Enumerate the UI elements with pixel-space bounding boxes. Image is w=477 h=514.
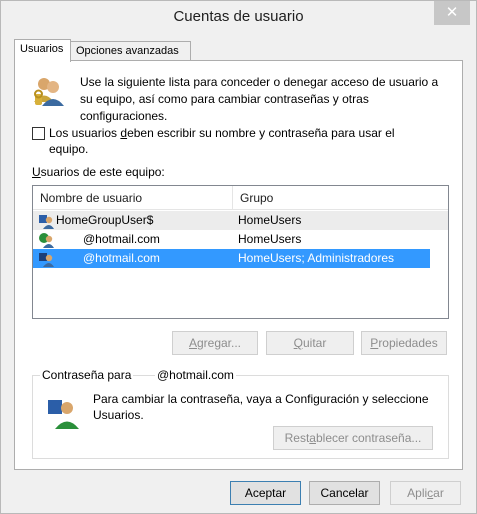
tab-opciones-avanzadas[interactable]: Opciones avanzadas xyxy=(70,41,191,61)
tab-panel-usuarios: Use la siguiente lista para conceder o d… xyxy=(14,60,463,470)
close-button[interactable]: ✕ xyxy=(434,1,470,25)
column-header-group[interactable]: Grupo xyxy=(233,186,448,210)
row-username: @hotmail.com xyxy=(83,251,160,265)
add-user-button[interactable]: Agregar... xyxy=(172,331,258,355)
users-listview[interactable]: Nombre de usuario Grupo HomeGroupUser$ H… xyxy=(32,185,449,319)
table-row-selected[interactable]: @hotmail.com HomeUsers; Administradores xyxy=(33,249,430,268)
users-icon xyxy=(34,78,64,106)
table-row[interactable]: HomeGroupUser$ HomeUsers xyxy=(33,211,448,230)
title-bar: Cuentas de usuario ✕ xyxy=(1,1,476,33)
cancel-button[interactable]: Cancelar xyxy=(309,481,380,505)
tab-usuarios[interactable]: Usuarios xyxy=(14,39,71,62)
user-accounts-dialog: Cuentas de usuario ✕ Usuarios Opciones a… xyxy=(0,0,477,514)
user-icon xyxy=(39,215,54,229)
remove-user-button[interactable]: Quitar xyxy=(266,331,354,355)
close-icon: ✕ xyxy=(445,4,459,21)
user-password-icon xyxy=(48,400,79,429)
properties-button[interactable]: Propiedades xyxy=(361,331,447,355)
listview-header: Nombre de usuario Grupo xyxy=(33,186,448,210)
password-legend-email: @hotmail.com xyxy=(155,368,236,382)
row-username: HomeGroupUser$ xyxy=(56,213,154,227)
window-title: Cuentas de usuario xyxy=(173,8,304,25)
row-group: HomeUsers; Administradores xyxy=(238,251,395,265)
column-header-username[interactable]: Nombre de usuario xyxy=(33,186,233,210)
users-list-label: Usuarios de este equipo: xyxy=(32,165,165,179)
row-group: HomeUsers xyxy=(238,232,302,246)
reset-password-button[interactable]: Restablecer contraseña... xyxy=(273,426,433,450)
user-icon xyxy=(39,253,54,267)
ok-button[interactable]: Aceptar xyxy=(230,481,301,505)
apply-button[interactable]: Aplicar xyxy=(390,481,461,505)
password-groupbox: Contraseña para @hotmail.com Para cambia… xyxy=(32,368,449,459)
password-legend: Contraseña para xyxy=(40,368,134,382)
row-username: @hotmail.com xyxy=(83,232,160,246)
intro-text: Use la siguiente lista para conceder o d… xyxy=(80,75,439,123)
online-user-icon xyxy=(39,233,54,248)
require-login-label[interactable]: Los usuarios deben escribir su nombre y … xyxy=(49,125,429,157)
require-login-checkbox[interactable] xyxy=(32,127,45,140)
row-group: HomeUsers xyxy=(238,213,302,227)
password-help-text: Para cambiar la contraseña, vaya a Confi… xyxy=(93,392,429,422)
table-row[interactable]: @hotmail.com HomeUsers xyxy=(33,230,448,249)
